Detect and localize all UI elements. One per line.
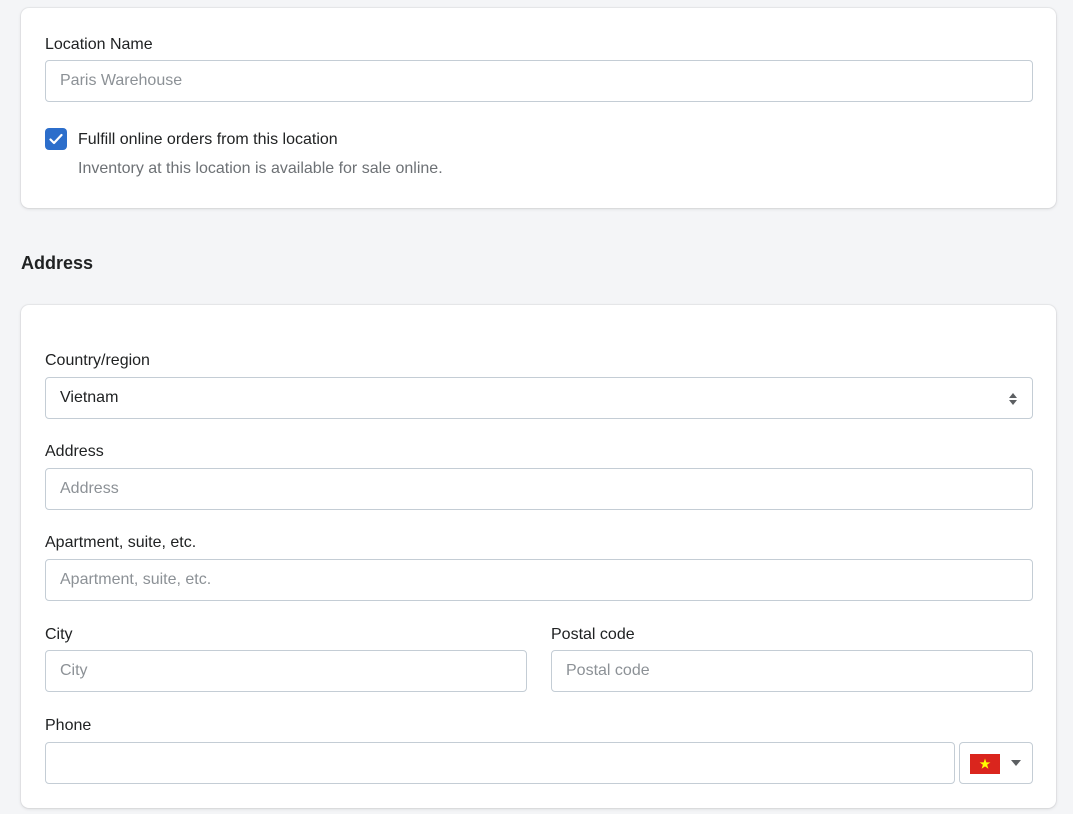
country-region-label: Country/region xyxy=(45,352,150,369)
vietnam-flag-icon xyxy=(970,754,1000,774)
phone-input[interactable] xyxy=(45,742,955,784)
postal-code-input[interactable]: Postal code xyxy=(551,650,1033,692)
city-input[interactable]: City xyxy=(45,650,527,692)
city-label: City xyxy=(45,626,73,643)
flag-star-icon xyxy=(979,758,991,769)
address-card: Country/region Vietnam Address Address A… xyxy=(21,305,1056,808)
location-name-input[interactable]: Paris Warehouse xyxy=(45,60,1033,102)
address-label: Address xyxy=(45,443,104,460)
phone-label: Phone xyxy=(45,717,92,734)
select-arrows-icon xyxy=(1009,393,1017,405)
location-name-label: Location Name xyxy=(45,36,153,53)
postal-code-label: Postal code xyxy=(551,626,635,643)
address-input[interactable]: Address xyxy=(45,468,1033,510)
fulfill-online-help-text: Inventory at this location is available … xyxy=(78,160,443,177)
country-region-value: Vietnam xyxy=(60,389,119,406)
phone-country-picker[interactable] xyxy=(959,742,1033,784)
apartment-label: Apartment, suite, etc. xyxy=(45,534,197,551)
fulfill-online-checkbox[interactable] xyxy=(45,128,67,150)
checkmark-icon xyxy=(49,133,63,145)
chevron-down-icon xyxy=(1011,760,1021,766)
location-card: Location Name Paris Warehouse Fulfill on… xyxy=(21,8,1056,208)
fulfill-online-label[interactable]: Fulfill online orders from this location xyxy=(78,130,338,150)
country-region-select[interactable]: Vietnam xyxy=(45,377,1033,419)
address-section-title: Address xyxy=(21,253,94,273)
apartment-input[interactable]: Apartment, suite, etc. xyxy=(45,559,1033,601)
